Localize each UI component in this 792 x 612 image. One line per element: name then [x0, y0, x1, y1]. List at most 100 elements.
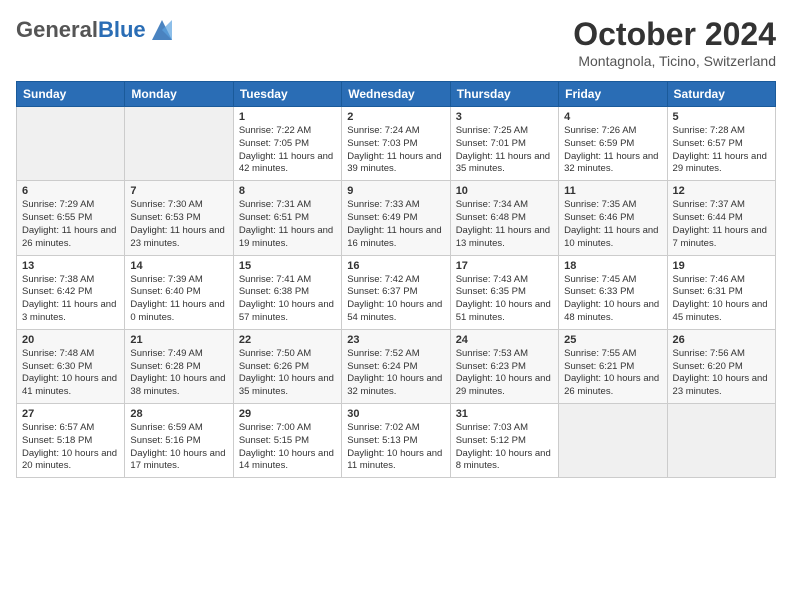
header-tuesday: Tuesday — [233, 82, 341, 107]
table-row: 25 Sunrise: 7:55 AM Sunset: 6:21 PM Dayli… — [559, 329, 667, 403]
day-info: Sunrise: 7:03 AM Sunset: 5:12 PM Dayligh… — [456, 422, 553, 473]
table-row: 6 Sunrise: 7:29 AM Sunset: 6:55 PM Daylig… — [17, 181, 125, 255]
table-row: 9 Sunrise: 7:33 AM Sunset: 6:49 PM Daylig… — [342, 181, 450, 255]
day-info: Sunrise: 7:29 AM Sunset: 6:55 PM Dayligh… — [22, 199, 119, 250]
day-info: Sunrise: 7:33 AM Sunset: 6:49 PM Dayligh… — [347, 199, 444, 250]
table-row: 30 Sunrise: 7:02 AM Sunset: 5:13 PM Dayli… — [342, 404, 450, 478]
day-info: Sunrise: 7:39 AM Sunset: 6:40 PM Dayligh… — [130, 274, 227, 325]
day-info: Sunrise: 7:45 AM Sunset: 6:33 PM Dayligh… — [564, 274, 661, 325]
title-block: October 2024 Montagnola, Ticino, Switzer… — [573, 16, 776, 69]
table-row: 17 Sunrise: 7:43 AM Sunset: 6:35 PM Dayli… — [450, 255, 558, 329]
header-wednesday: Wednesday — [342, 82, 450, 107]
day-number: 18 — [564, 260, 661, 272]
table-row: 26Sunrise: 7:56 AM Sunset: 6:20 PM Dayli… — [667, 329, 775, 403]
day-number: 4 — [564, 111, 661, 123]
day-info: Sunrise: 7:43 AM Sunset: 6:35 PM Dayligh… — [456, 274, 553, 325]
day-info: Sunrise: 7:25 AM Sunset: 7:01 PM Dayligh… — [456, 125, 553, 176]
table-row: 5Sunrise: 7:28 AM Sunset: 6:57 PM Daylig… — [667, 107, 775, 181]
table-row — [667, 404, 775, 478]
calendar-table: Sunday Monday Tuesday Wednesday Thursday… — [16, 81, 776, 478]
day-number: 9 — [347, 185, 444, 197]
day-number: 24 — [456, 334, 553, 346]
table-row: 12 Sunrise: 7:37 AM Sunset: 6:44 PM Dayli… — [667, 181, 775, 255]
day-info: Sunrise: 7:22 AM Sunset: 7:05 PM Dayligh… — [239, 125, 336, 176]
logo-text: GeneralBlue — [16, 18, 146, 42]
day-info: Sunrise: 7:02 AM Sunset: 5:13 PM Dayligh… — [347, 422, 444, 473]
day-number: 29 — [239, 408, 336, 420]
day-info: Sunrise: 7:24 AM Sunset: 7:03 PM Dayligh… — [347, 125, 444, 176]
day-number: 23 — [347, 334, 444, 346]
table-row: 8Sunrise: 7:31 AM Sunset: 6:51 PM Daylig… — [233, 181, 341, 255]
day-number: 25 — [564, 334, 661, 346]
table-row: 22 Sunrise: 7:50 AM Sunset: 6:26 PM Dayli… — [233, 329, 341, 403]
calendar-week-row: 27Sunrise: 6:57 AM Sunset: 5:18 PM Dayli… — [17, 404, 776, 478]
day-info: Sunrise: 7:34 AM Sunset: 6:48 PM Dayligh… — [456, 199, 553, 250]
logo-icon — [148, 16, 176, 44]
table-row — [559, 404, 667, 478]
header-friday: Friday — [559, 82, 667, 107]
page: GeneralBlue October 2024 Montagnola, Tic… — [0, 0, 792, 494]
day-info: Sunrise: 7:50 AM Sunset: 6:26 PM Dayligh… — [239, 348, 336, 399]
day-number: 15 — [239, 260, 336, 272]
table-row — [17, 107, 125, 181]
day-info: Sunrise: 7:52 AM Sunset: 6:24 PM Dayligh… — [347, 348, 444, 399]
day-info: Sunrise: 7:46 AM Sunset: 6:31 PM Dayligh… — [673, 274, 770, 325]
day-number: 13 — [22, 260, 119, 272]
day-number: 21 — [130, 334, 227, 346]
day-number: 7 — [130, 185, 227, 197]
table-row: 24 Sunrise: 7:53 AM Sunset: 6:23 PM Dayli… — [450, 329, 558, 403]
day-info: Sunrise: 7:30 AM Sunset: 6:53 PM Dayligh… — [130, 199, 227, 250]
day-number: 2 — [347, 111, 444, 123]
table-row: 1Sunrise: 7:22 AM Sunset: 7:05 PM Daylig… — [233, 107, 341, 181]
day-info: Sunrise: 7:55 AM Sunset: 6:21 PM Dayligh… — [564, 348, 661, 399]
day-number: 11 — [564, 185, 661, 197]
day-info: Sunrise: 7:38 AM Sunset: 6:42 PM Dayligh… — [22, 274, 119, 325]
header: GeneralBlue October 2024 Montagnola, Tic… — [16, 16, 776, 69]
day-number: 27 — [22, 408, 119, 420]
day-number: 3 — [456, 111, 553, 123]
header-saturday: Saturday — [667, 82, 775, 107]
day-number: 16 — [347, 260, 444, 272]
day-info: Sunrise: 6:59 AM Sunset: 5:16 PM Dayligh… — [130, 422, 227, 473]
day-number: 20 — [22, 334, 119, 346]
day-info: Sunrise: 7:48 AM Sunset: 6:30 PM Dayligh… — [22, 348, 119, 399]
day-number: 6 — [22, 185, 119, 197]
day-number: 28 — [130, 408, 227, 420]
day-number: 14 — [130, 260, 227, 272]
calendar-week-row: 13 Sunrise: 7:38 AM Sunset: 6:42 PM Dayli… — [17, 255, 776, 329]
table-row: 15 Sunrise: 7:41 AM Sunset: 6:38 PM Dayli… — [233, 255, 341, 329]
day-number: 19 — [673, 260, 770, 272]
table-row: 31 Sunrise: 7:03 AM Sunset: 5:12 PM Dayli… — [450, 404, 558, 478]
header-sunday: Sunday — [17, 82, 125, 107]
day-number: 31 — [456, 408, 553, 420]
table-row: 14 Sunrise: 7:39 AM Sunset: 6:40 PM Dayli… — [125, 255, 233, 329]
table-row: 2 Sunrise: 7:24 AM Sunset: 7:03 PM Daylig… — [342, 107, 450, 181]
day-number: 22 — [239, 334, 336, 346]
table-row: 18 Sunrise: 7:45 AM Sunset: 6:33 PM Dayli… — [559, 255, 667, 329]
table-row: 19 Sunrise: 7:46 AM Sunset: 6:31 PM Dayli… — [667, 255, 775, 329]
table-row: 10Sunrise: 7:34 AM Sunset: 6:48 PM Dayli… — [450, 181, 558, 255]
day-info: Sunrise: 7:42 AM Sunset: 6:37 PM Dayligh… — [347, 274, 444, 325]
logo-general: General — [16, 17, 98, 42]
table-row: 7 Sunrise: 7:30 AM Sunset: 6:53 PM Daylig… — [125, 181, 233, 255]
table-row: 16 Sunrise: 7:42 AM Sunset: 6:37 PM Dayli… — [342, 255, 450, 329]
day-info: Sunrise: 7:41 AM Sunset: 6:38 PM Dayligh… — [239, 274, 336, 325]
table-row: 29 Sunrise: 7:00 AM Sunset: 5:15 PM Dayli… — [233, 404, 341, 478]
day-number: 17 — [456, 260, 553, 272]
calendar-week-row: 20 Sunrise: 7:48 AM Sunset: 6:30 PM Dayli… — [17, 329, 776, 403]
day-info: Sunrise: 7:53 AM Sunset: 6:23 PM Dayligh… — [456, 348, 553, 399]
table-row: 23 Sunrise: 7:52 AM Sunset: 6:24 PM Dayli… — [342, 329, 450, 403]
day-info: Sunrise: 7:56 AM Sunset: 6:20 PM Dayligh… — [673, 348, 770, 399]
calendar-week-row: 6 Sunrise: 7:29 AM Sunset: 6:55 PM Daylig… — [17, 181, 776, 255]
table-row: 20 Sunrise: 7:48 AM Sunset: 6:30 PM Dayli… — [17, 329, 125, 403]
day-number: 30 — [347, 408, 444, 420]
day-info: Sunrise: 7:00 AM Sunset: 5:15 PM Dayligh… — [239, 422, 336, 473]
day-number: 12 — [673, 185, 770, 197]
header-thursday: Thursday — [450, 82, 558, 107]
table-row: 13 Sunrise: 7:38 AM Sunset: 6:42 PM Dayli… — [17, 255, 125, 329]
table-row — [125, 107, 233, 181]
table-row: 21Sunrise: 7:49 AM Sunset: 6:28 PM Dayli… — [125, 329, 233, 403]
table-row: 27Sunrise: 6:57 AM Sunset: 5:18 PM Dayli… — [17, 404, 125, 478]
table-row: 11Sunrise: 7:35 AM Sunset: 6:46 PM Dayli… — [559, 181, 667, 255]
day-info: Sunrise: 7:37 AM Sunset: 6:44 PM Dayligh… — [673, 199, 770, 250]
